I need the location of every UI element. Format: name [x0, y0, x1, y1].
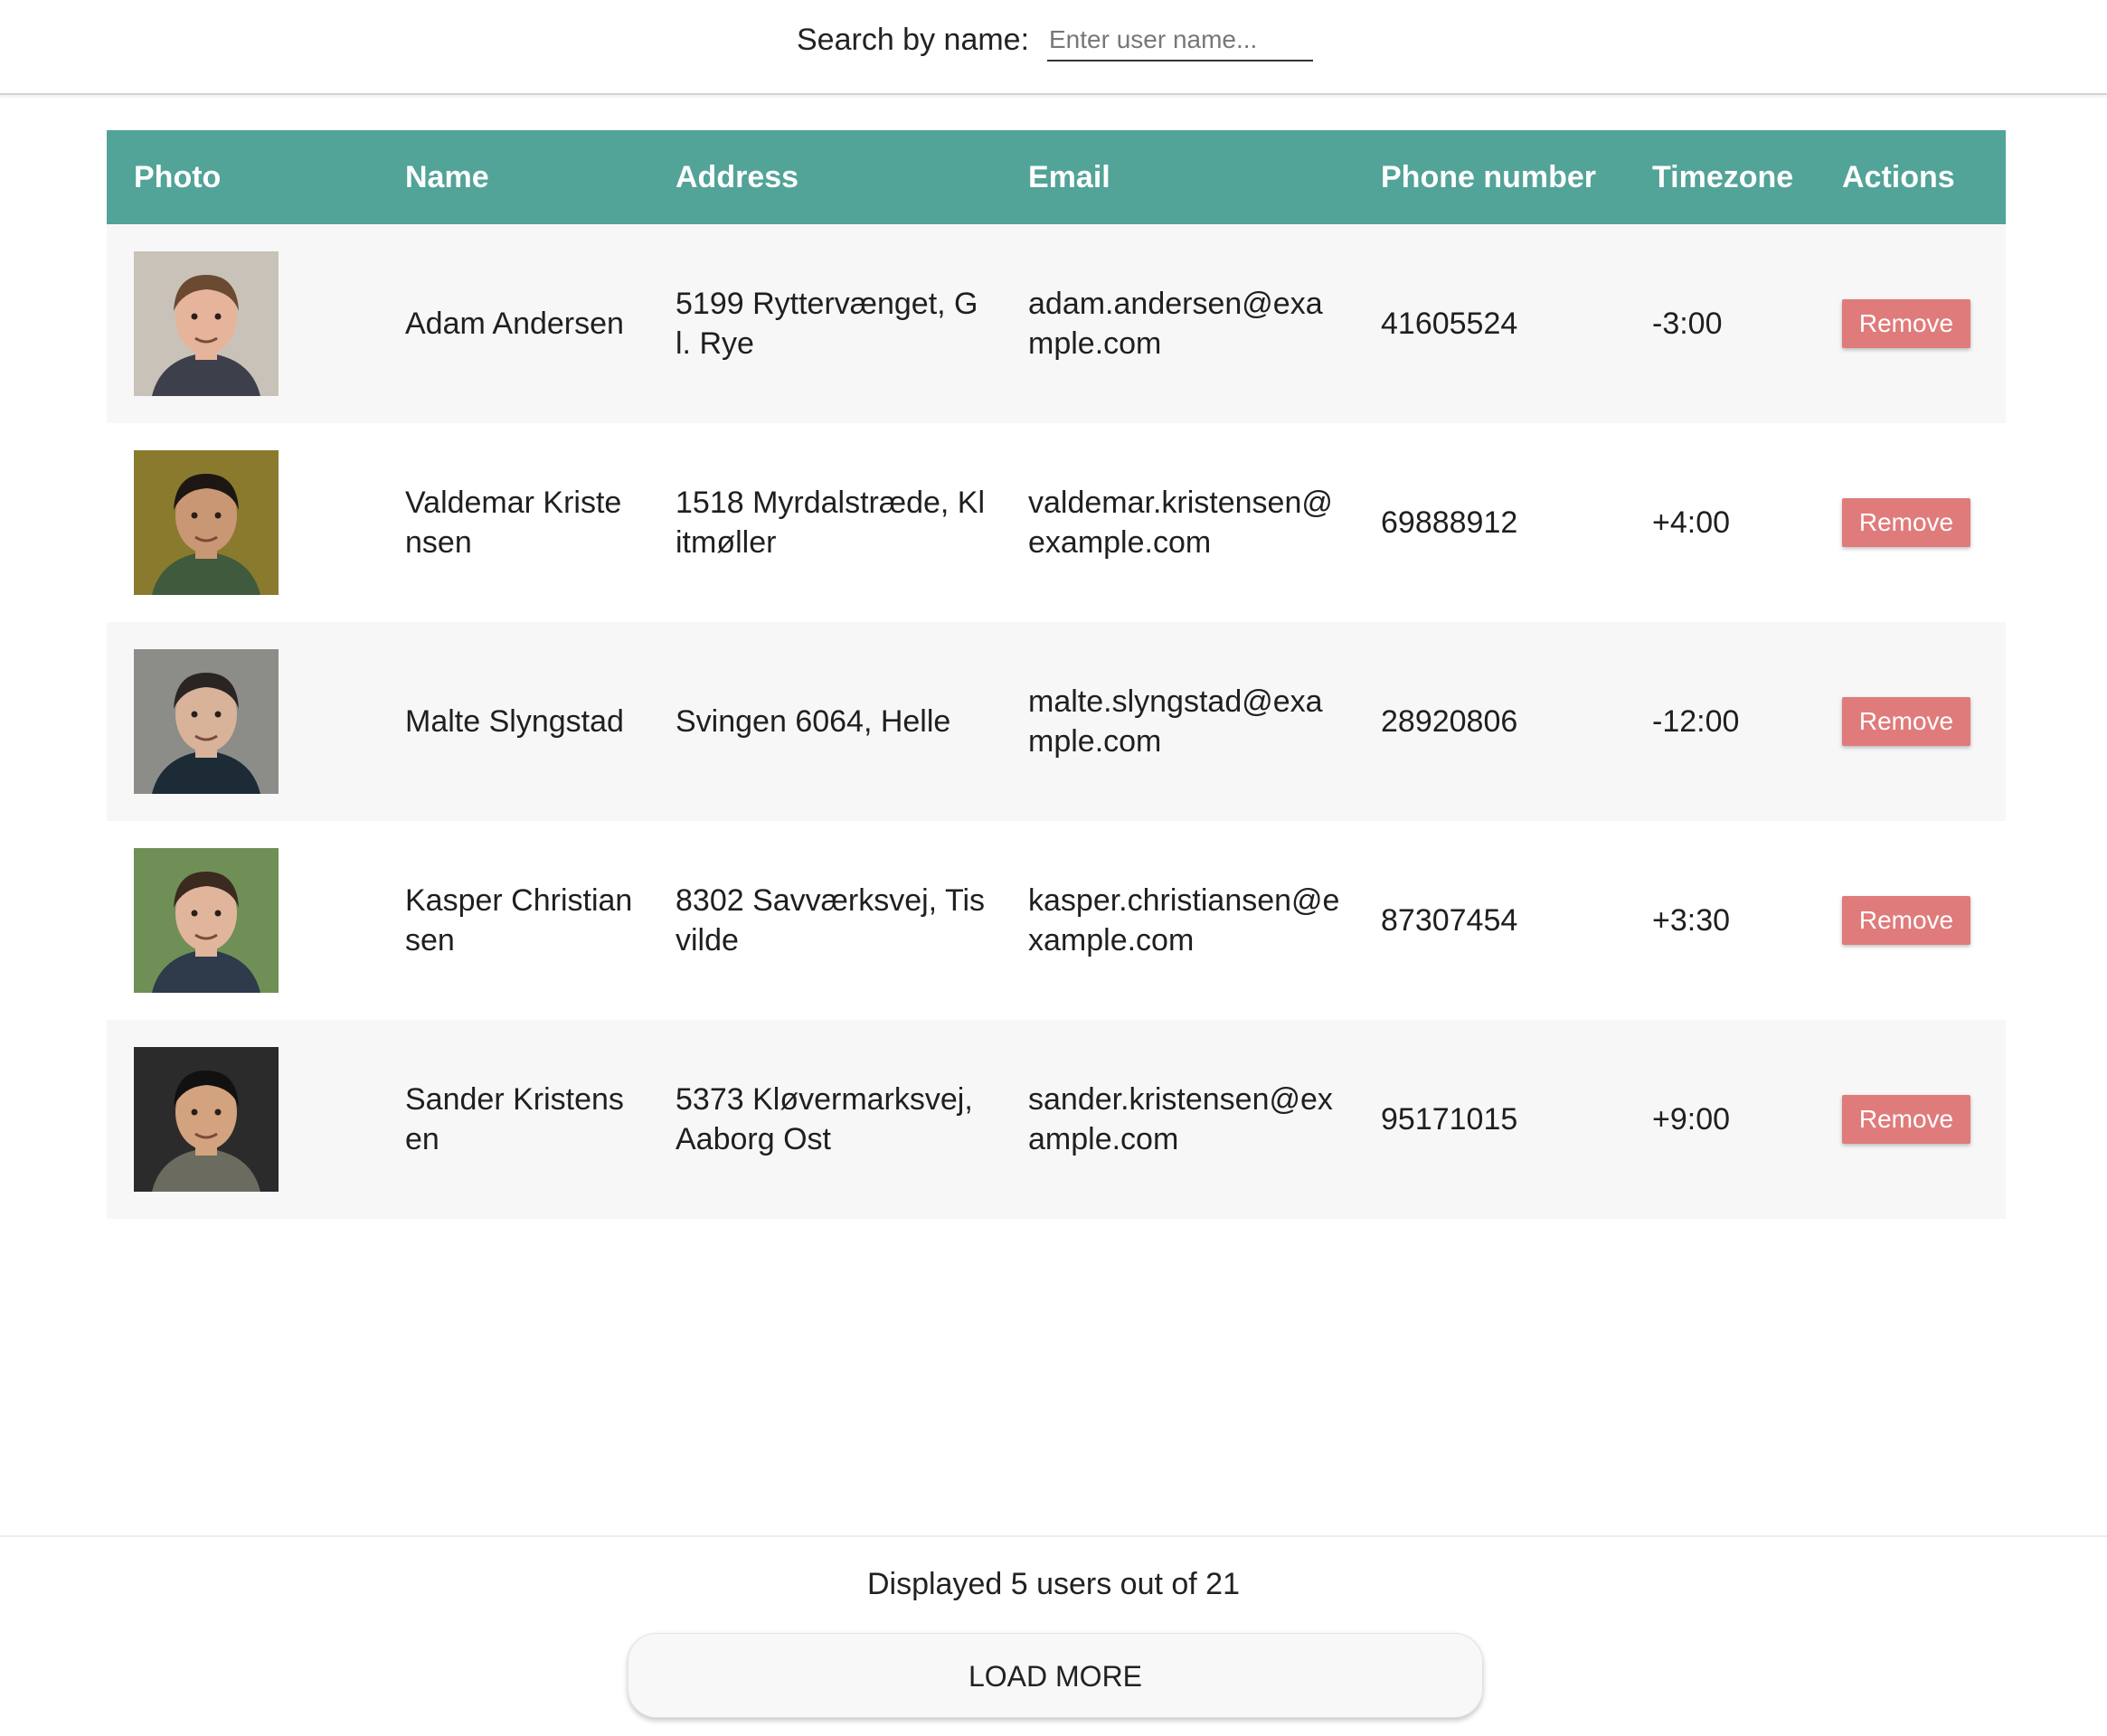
user-address: 8302 Savværksvej, Tisvilde: [676, 883, 986, 958]
user-email: valdemar.kristensen@example.com: [1028, 486, 1333, 560]
footer: Displayed 5 users out of 21 LOAD MORE: [0, 1535, 2107, 1736]
remove-button[interactable]: Remove: [1842, 1095, 1970, 1144]
user-email: adam.andersen@example.com: [1028, 287, 1323, 361]
load-more-button[interactable]: LOAD MORE: [628, 1633, 1483, 1718]
user-address: 1518 Myrdalstræde, Klitmøller: [676, 486, 986, 560]
user-email: kasper.christiansen@example.com: [1028, 883, 1340, 958]
table-row: Sander Kristensen 5373 Kløvermarksvej, A…: [107, 1020, 2006, 1219]
user-phone: 69888912: [1381, 505, 1518, 540]
user-name: Adam Andersen: [405, 307, 624, 341]
user-name: Valdemar Kristensen: [405, 486, 622, 560]
user-avatar: [134, 251, 279, 396]
column-header-address: Address: [676, 159, 799, 194]
users-count-status: Displayed 5 users out of 21: [866, 1567, 1241, 1601]
user-phone: 41605524: [1381, 307, 1518, 341]
table-row: Malte Slyngstad Svingen 6064, Helle malt…: [107, 622, 2006, 821]
user-avatar: [134, 1047, 279, 1192]
table-header: Photo Name Address Email Phone number Ti…: [107, 130, 2006, 224]
column-header-timezone: Timezone: [1652, 159, 1794, 194]
portrait-photo: [134, 649, 279, 794]
table-row: Valdemar Kristensen 1518 Myrdalstræde, K…: [107, 423, 2006, 622]
user-email: sander.kristensen@example.com: [1028, 1082, 1333, 1156]
user-name: Kasper Christiansen: [405, 883, 633, 958]
user-avatar: [134, 848, 279, 993]
table-row: Kasper Christiansen 8302 Savværksvej, Ti…: [107, 821, 2006, 1020]
search-label: Search by name:: [797, 23, 1030, 57]
portrait-photo: [134, 848, 279, 993]
remove-button[interactable]: Remove: [1842, 498, 1970, 547]
user-timezone: +3:30: [1652, 903, 1731, 938]
user-avatar: [134, 649, 279, 794]
remove-button[interactable]: Remove: [1842, 697, 1970, 746]
user-name: Sander Kristensen: [405, 1082, 624, 1156]
user-phone: 28920806: [1381, 704, 1518, 739]
column-header-actions: Actions: [1842, 159, 1955, 194]
search-input[interactable]: [1047, 20, 1313, 61]
users-table: Photo Name Address Email Phone number Ti…: [107, 130, 2006, 1219]
user-avatar: [134, 450, 279, 595]
user-timezone: -12:00: [1652, 704, 1740, 739]
user-phone: 87307454: [1381, 903, 1518, 938]
user-timezone: +9:00: [1652, 1102, 1731, 1137]
table-row: Adam Andersen 5199 Ryttervænget, Gl. Rye…: [107, 224, 2006, 423]
user-timezone: -3:00: [1652, 307, 1723, 341]
portrait-photo: [134, 251, 279, 396]
portrait-photo: [134, 450, 279, 595]
user-address: 5373 Kløvermarksvej, Aaborg Ost: [676, 1082, 973, 1156]
user-phone: 95171015: [1381, 1102, 1518, 1137]
column-header-email: Email: [1028, 159, 1110, 194]
search-bar: Search by name:: [0, 0, 2107, 95]
user-name: Malte Slyngstad: [405, 704, 624, 739]
remove-button[interactable]: Remove: [1842, 896, 1970, 945]
user-email: malte.slyngstad@example.com: [1028, 684, 1323, 759]
remove-button[interactable]: Remove: [1842, 299, 1970, 348]
user-timezone: +4:00: [1652, 505, 1731, 540]
user-address: Svingen 6064, Helle: [676, 704, 951, 739]
column-header-name: Name: [405, 159, 489, 194]
column-header-photo: Photo: [134, 159, 222, 194]
portrait-photo: [134, 1047, 279, 1192]
column-header-phone: Phone number: [1381, 159, 1597, 194]
user-address: 5199 Ryttervænget, Gl. Rye: [676, 287, 978, 361]
